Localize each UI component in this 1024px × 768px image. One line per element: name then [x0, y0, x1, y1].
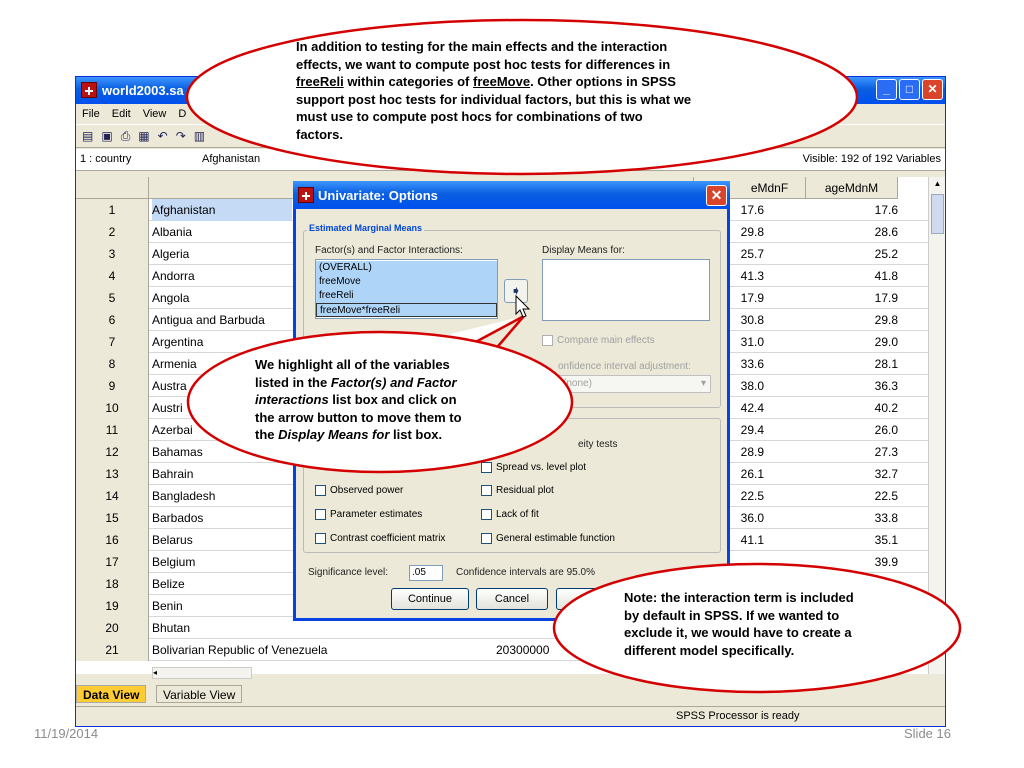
left-callout-text: We highlight all of the variables listed… [255, 356, 462, 444]
top-callout-line: In addition to testing for the main effe… [296, 39, 668, 54]
top-callout-text: In addition to testing for the main effe… [296, 38, 691, 143]
top-callout-line: support post hoc tests for individual fa… [296, 91, 692, 107]
top-callout-line: factors. [296, 126, 343, 142]
left-callout-span: listed in the [255, 374, 331, 390]
left-callout-span: list box. [389, 427, 443, 442]
right-callout-text: Note: the interaction term is included b… [624, 589, 854, 659]
right-callout-line: different model specifically. [624, 642, 795, 658]
left-callout-span: Factor(s) and Factor [330, 374, 457, 390]
top-callout-span: . Other options in SPSS [530, 74, 676, 89]
mouse-cursor-icon [515, 294, 531, 318]
right-callout-line: by default in SPSS. If we wanted to [624, 607, 840, 623]
slide: world2003.sa _ □ ✕ File Edit View D ▤ ▣ … [0, 0, 1024, 768]
freereli-term: freeReli [296, 74, 344, 89]
left-callout-line: listed in the Factor(s) and Factor [255, 374, 462, 392]
footer-slide-number: Slide 16 [904, 726, 951, 741]
right-callout-line: Note: the interaction term is included [624, 590, 854, 605]
left-callout-span: the [255, 427, 279, 442]
left-callout-line: the Display Means for list box. [255, 426, 462, 444]
top-callout-line: freeReli within categories of freeMove. … [296, 73, 691, 91]
left-callout-line: interactions list box and click on [255, 391, 462, 409]
left-callout-span: Display Means for [278, 427, 390, 442]
left-callout-line: We highlight all of the variables [255, 357, 450, 372]
top-callout-line: effects, we want to compute post hoc tes… [296, 56, 671, 72]
freemove-term: freeMove [473, 74, 531, 89]
footer-date: 11/19/2014 [34, 726, 99, 741]
top-callout-line: must use to compute post hocs for combin… [296, 109, 643, 124]
top-callout-span: within categories of [343, 74, 473, 89]
right-callout-line: exclude it, we would have to create a [624, 625, 852, 640]
left-callout-span: list box and click on [328, 392, 457, 407]
left-callout-span: interactions [255, 392, 329, 407]
left-callout-line: the arrow button to move them to [255, 409, 462, 425]
